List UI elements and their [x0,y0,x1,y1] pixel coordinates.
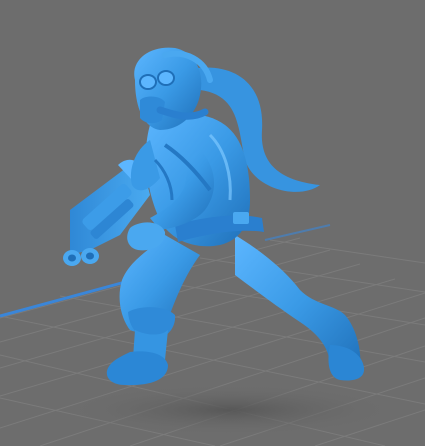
model-belt-pouch [233,212,249,224]
model-goggle-right [157,70,175,86]
viewport-canvas[interactable] [0,0,425,446]
model-floor-shadow [60,384,400,436]
3d-viewport[interactable] [0,0,425,446]
model-goggle-left [139,74,157,90]
